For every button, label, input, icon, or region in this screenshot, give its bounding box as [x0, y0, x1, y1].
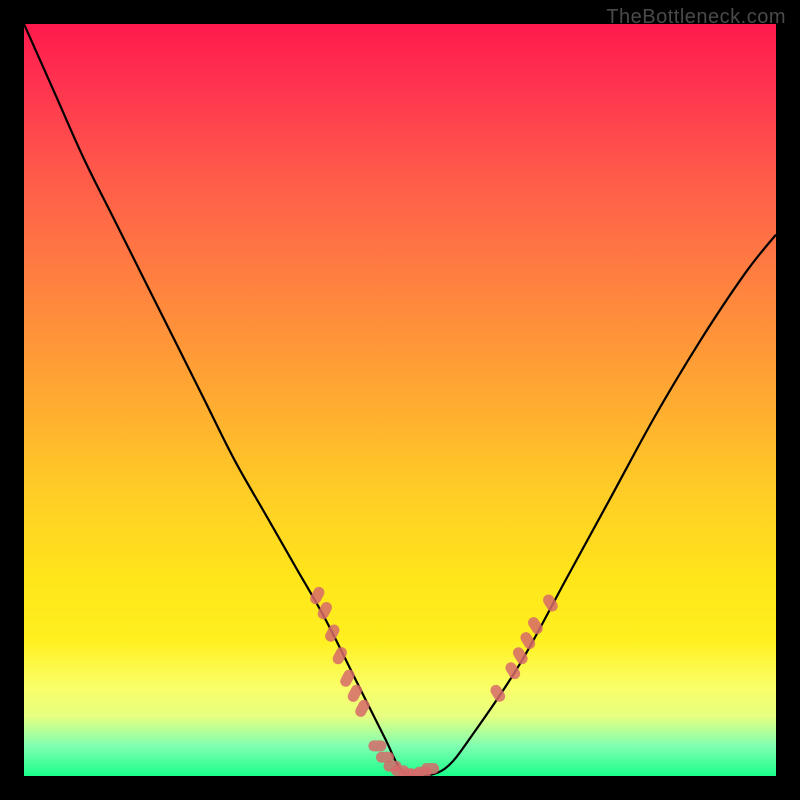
chart-overlay: [24, 24, 776, 776]
curve-marker: [421, 763, 439, 774]
curve-markers: [308, 585, 560, 776]
curve-marker: [323, 623, 341, 644]
bottleneck-curve: [24, 24, 776, 776]
curve-marker: [368, 740, 386, 751]
curve-marker: [488, 683, 507, 704]
curve-marker: [331, 645, 349, 666]
